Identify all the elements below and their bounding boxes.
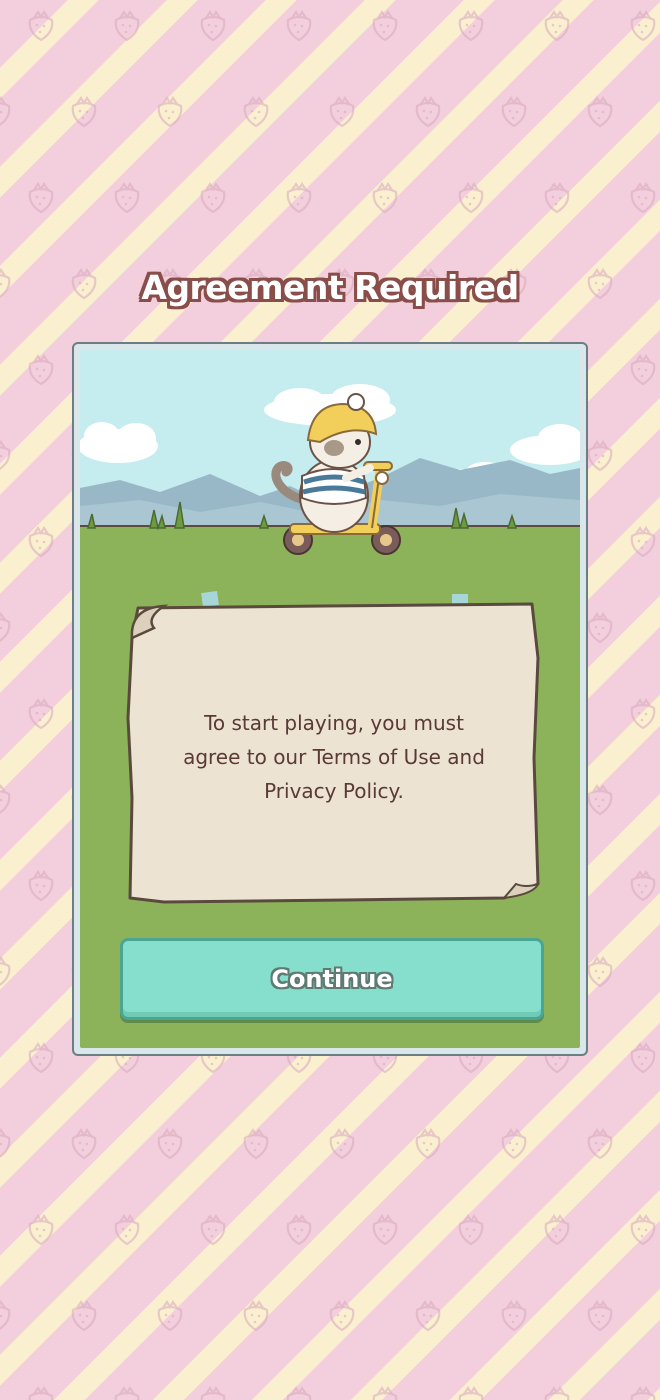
strawberry-icon (587, 955, 613, 988)
strawberry-icon (329, 95, 355, 128)
continue-button-label: Continue (271, 965, 393, 993)
strawberry-icon (243, 1127, 269, 1160)
strawberry-icon (372, 1213, 398, 1246)
strawberry-icon (71, 1127, 97, 1160)
strawberry-icon (114, 9, 140, 42)
strawberry-icon (28, 1385, 54, 1400)
strawberry-icon (544, 1213, 570, 1246)
strawberry-icon (372, 9, 398, 42)
strawberry-icon (501, 1127, 527, 1160)
strawberry-icon (114, 1385, 140, 1400)
strawberry-icon (0, 783, 11, 814)
strawberry-icon (200, 9, 226, 42)
strawberry-icon (372, 181, 398, 214)
dialog-title: Agreement Required (141, 268, 519, 307)
agreement-dialog: To start playing, you must agree to our … (72, 342, 588, 1056)
strawberry-icon (286, 1385, 312, 1400)
strawberry-icon (28, 181, 54, 214)
strawberry-icon (329, 1127, 355, 1160)
strawberry-icon (587, 783, 613, 816)
strawberry-icon (630, 1041, 656, 1074)
strawberry-icon (630, 181, 656, 214)
strawberry-icon (114, 181, 140, 214)
strawberry-icon (458, 181, 484, 214)
strawberry-icon (458, 9, 484, 42)
continue-button[interactable]: Continue (120, 938, 544, 1020)
message-line-3: Privacy Policy. (264, 779, 404, 803)
strawberry-icon (114, 1213, 140, 1246)
strawberry-icon (544, 181, 570, 214)
strawberry-icon (630, 697, 656, 730)
message-paper: To start playing, you must agree to our … (124, 598, 544, 910)
strawberry-icon (157, 95, 183, 128)
strawberry-icon (415, 1299, 441, 1332)
strawberry-icon (501, 95, 527, 128)
strawberry-icon (71, 1299, 97, 1332)
strawberry-icon (415, 95, 441, 128)
strawberry-icon (458, 1385, 484, 1400)
strawberry-icon (0, 1127, 11, 1158)
strawberry-icon (0, 1299, 11, 1330)
strawberry-icon (200, 181, 226, 214)
strawberry-icon (200, 1213, 226, 1246)
strawberry-icon (630, 869, 656, 902)
agreement-message: To start playing, you must agree to our … (144, 706, 524, 808)
strawberry-icon (544, 1385, 570, 1400)
message-line-1: To start playing, you must (204, 711, 464, 735)
strawberry-icon (28, 9, 54, 42)
strawberry-icon (28, 525, 54, 558)
strawberry-icon (544, 9, 570, 42)
strawberry-icon (587, 95, 613, 128)
strawberry-icon (587, 439, 613, 472)
strawberry-icon (587, 1127, 613, 1160)
strawberry-icon (415, 1127, 441, 1160)
strawberry-icon (372, 1385, 398, 1400)
strawberry-icon (630, 1213, 656, 1246)
strawberry-icon (630, 353, 656, 386)
strawberry-icon (630, 9, 656, 42)
strawberry-icon (630, 525, 656, 558)
strawberry-icon (28, 869, 54, 902)
strawberry-icon (28, 353, 54, 386)
strawberry-icon (200, 1385, 226, 1400)
strawberry-icon (28, 697, 54, 730)
strawberry-icon (243, 1299, 269, 1332)
strawberry-icon (286, 9, 312, 42)
strawberry-icon (157, 1299, 183, 1332)
message-line-2: agree to our Terms of Use and (183, 745, 485, 769)
strawberry-icon (71, 95, 97, 128)
strawberry-icon (587, 1299, 613, 1332)
strawberry-icon (0, 955, 11, 986)
strawberry-icon (28, 1213, 54, 1246)
strawberry-icon (286, 1213, 312, 1246)
strawberry-icon (286, 181, 312, 214)
strawberry-icon (28, 1041, 54, 1074)
dialog-body: To start playing, you must agree to our … (80, 350, 580, 1048)
strawberry-icon (587, 611, 613, 644)
strawberry-icon (157, 1127, 183, 1160)
strawberry-icon (458, 1213, 484, 1246)
strawberry-icon (501, 1299, 527, 1332)
strawberry-icon (630, 1385, 656, 1400)
strawberry-icon (243, 95, 269, 128)
strawberry-icon (0, 611, 11, 642)
strawberry-icon (329, 1299, 355, 1332)
strawberry-icon (0, 439, 11, 470)
strawberry-icon (0, 95, 11, 126)
